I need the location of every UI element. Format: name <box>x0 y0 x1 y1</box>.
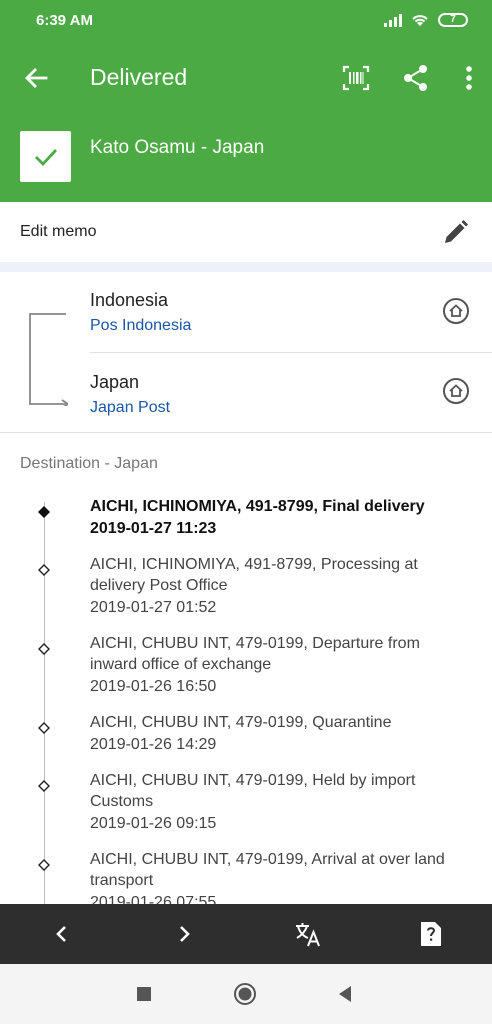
home-button-icon[interactable] <box>233 982 257 1006</box>
destination-country: Japan <box>90 372 140 392</box>
signal-icon <box>384 13 402 27</box>
bottom-toolbar <box>0 904 492 964</box>
back-arrow-icon[interactable] <box>20 62 52 94</box>
timeline-dot <box>38 859 50 871</box>
event-description: AICHI, CHUBU INT, 479-0199, Held by impo… <box>90 772 416 810</box>
battery-icon: 7 <box>438 13 468 27</box>
pencil-icon[interactable] <box>440 218 470 248</box>
recents-icon[interactable] <box>132 982 156 1006</box>
barcode-icon[interactable] <box>340 62 372 94</box>
event-time: 2019-01-26 09:15 <box>90 815 217 832</box>
event-time: 2019-01-26 14:29 <box>90 736 217 753</box>
timeline-dot <box>38 564 50 576</box>
app-bar: Delivered <box>0 42 492 114</box>
recipient-name: Kato Osamu - Japan <box>90 137 265 158</box>
system-nav-bar <box>0 964 492 1024</box>
event-time: 2019-01-27 01:52 <box>90 599 217 616</box>
delivered-checkbox[interactable] <box>20 131 71 182</box>
chevron-right-icon[interactable] <box>170 920 198 948</box>
event-time: 2019-01-26 07:55 <box>90 894 217 904</box>
timeline-dot-filled <box>38 506 50 518</box>
status-time: 6:39 AM <box>36 12 93 29</box>
route-bottom-divider <box>0 432 492 433</box>
event-description: AICHI, CHUBU INT, 479-0199, Arrival at o… <box>90 851 445 889</box>
more-vert-icon[interactable] <box>455 62 483 94</box>
tracking-timeline: AICHI, ICHINOMIYA, 491-8799, Final deliv… <box>0 490 492 904</box>
memo-label: Edit memo <box>20 223 97 240</box>
divider-band <box>0 262 492 272</box>
section-title: Destination - Japan <box>20 455 158 472</box>
destination-carrier-link[interactable]: Japan Post <box>90 399 170 417</box>
event-description: AICHI, ICHINOMIYA, 491-8799, Final deliv… <box>90 498 425 515</box>
route-origin[interactable]: Indonesia Pos Indonesia <box>90 272 492 352</box>
wifi-icon <box>412 15 428 26</box>
page-title: Delivered <box>90 64 188 90</box>
home-icon[interactable] <box>442 377 470 405</box>
screen: 6:39 AM 7 Delivered Kato Osamu - Japan E… <box>0 0 492 1024</box>
status-icons: 7 <box>384 12 468 28</box>
chevron-left-icon[interactable] <box>48 920 76 948</box>
event-time: 2019-01-27 11:23 <box>90 520 217 537</box>
timeline-line <box>44 502 45 904</box>
route-section: Indonesia Pos Indonesia Japan Japan Post <box>0 272 492 434</box>
share-icon[interactable] <box>400 62 432 94</box>
status-bar: 6:39 AM 7 <box>0 0 492 42</box>
shipment-header: Kato Osamu - Japan <box>0 114 492 202</box>
route-connector <box>29 313 68 406</box>
event-description: AICHI, CHUBU INT, 479-0199, Quarantine <box>90 714 392 731</box>
route-destination[interactable]: Japan Japan Post <box>90 353 492 433</box>
system-back-icon[interactable] <box>334 982 358 1006</box>
memo-row[interactable]: Edit memo <box>0 202 492 262</box>
timeline-dot <box>38 722 50 734</box>
translate-icon[interactable] <box>294 920 322 948</box>
help-icon[interactable] <box>417 920 445 948</box>
origin-country: Indonesia <box>90 290 169 310</box>
home-icon[interactable] <box>442 297 470 325</box>
origin-carrier-link[interactable]: Pos Indonesia <box>90 317 191 335</box>
event-description: AICHI, ICHINOMIYA, 491-8799, Processing … <box>90 556 418 594</box>
timeline-dot <box>38 780 50 792</box>
event-time: 2019-01-26 16:50 <box>90 678 217 695</box>
event-description: AICHI, CHUBU INT, 479-0199, Departure fr… <box>90 635 420 673</box>
timeline-dot <box>38 643 50 655</box>
check-icon <box>35 149 58 167</box>
